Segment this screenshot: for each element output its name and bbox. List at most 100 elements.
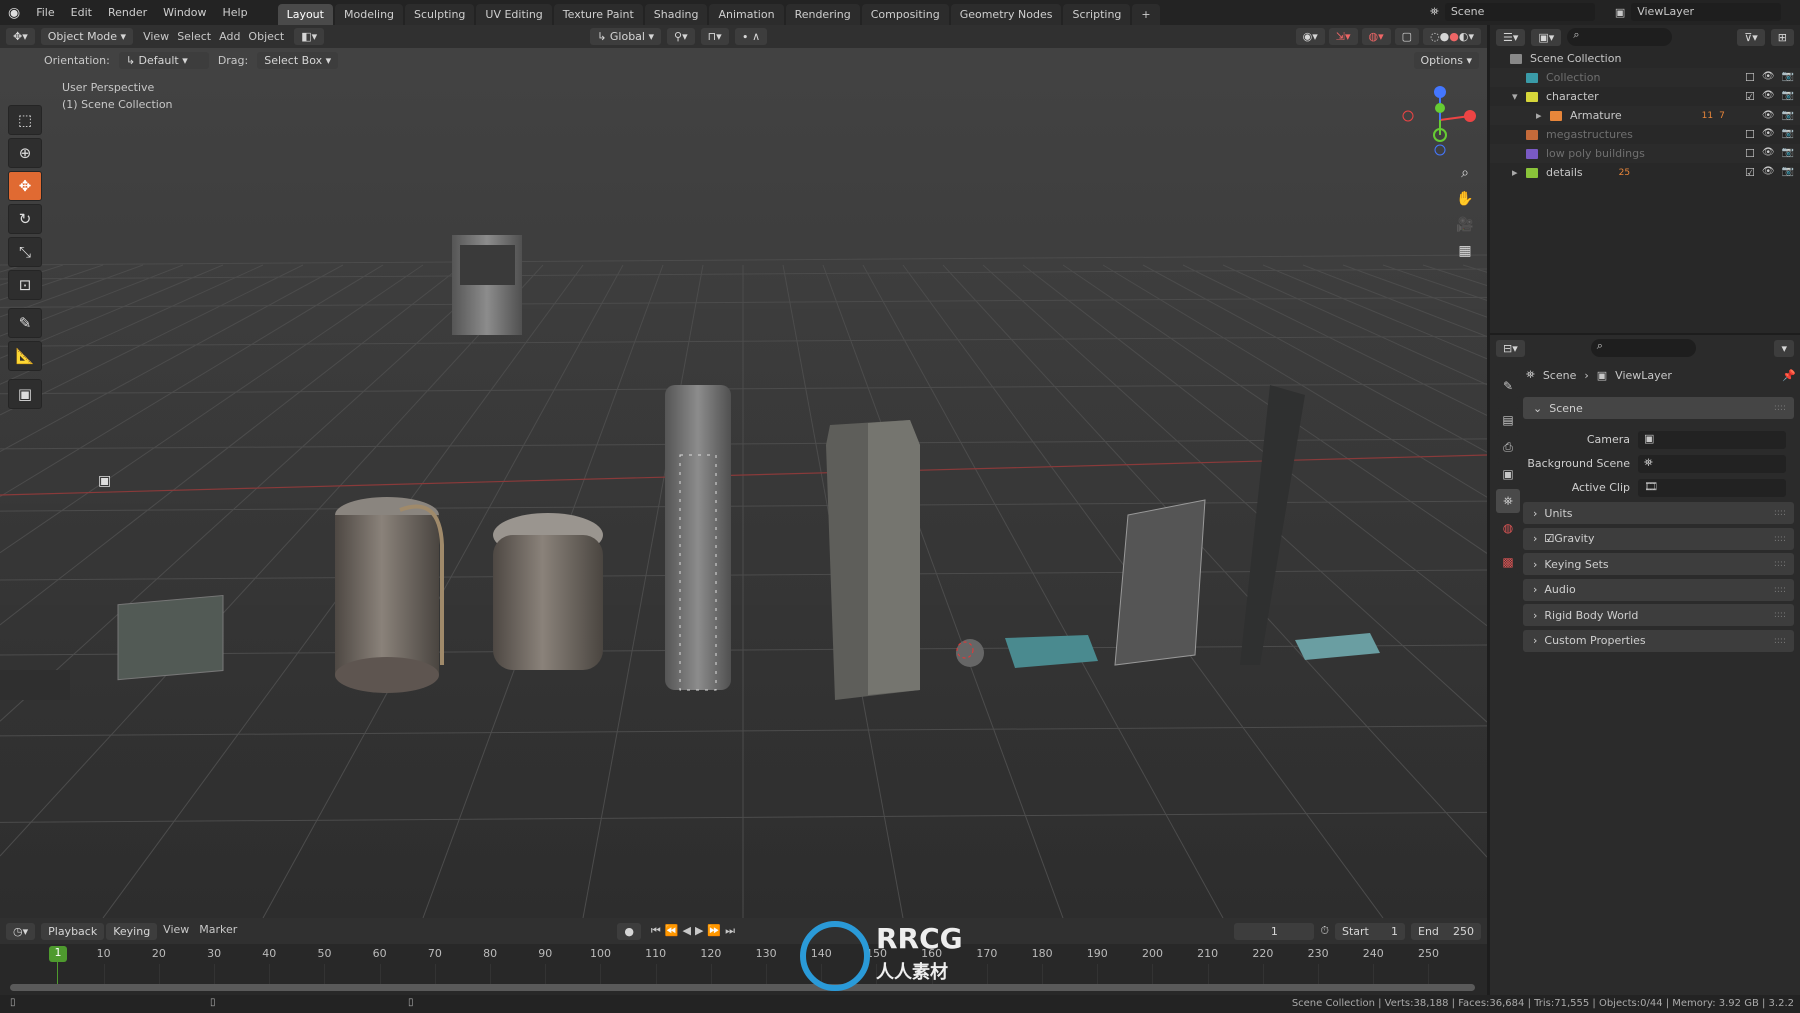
- blender-logo-icon[interactable]: ◉: [0, 5, 28, 21]
- panel-custom-properties[interactable]: › Custom Properties::::: [1523, 629, 1794, 652]
- render-camera-icon[interactable]: 📷: [1782, 166, 1794, 179]
- render-tab-icon[interactable]: ▤: [1496, 408, 1520, 432]
- texture-tab-icon[interactable]: ▩: [1496, 550, 1520, 574]
- start-frame-field[interactable]: Start 1: [1335, 922, 1405, 940]
- menu-window[interactable]: Window: [155, 6, 214, 19]
- eye-icon[interactable]: 👁: [1762, 90, 1775, 103]
- world-tab-icon[interactable]: ◍: [1496, 516, 1520, 540]
- annotate-tool-icon[interactable]: ✎: [8, 308, 42, 338]
- eye-icon[interactable]: 👁: [1762, 71, 1775, 84]
- outliner-root[interactable]: Scene Collection: [1490, 49, 1800, 68]
- editor-type-button[interactable]: ✥▾: [6, 28, 35, 45]
- properties-search-input[interactable]: ⌕: [1590, 339, 1696, 357]
- tab-uv-editing[interactable]: UV Editing: [476, 4, 552, 25]
- overlay-icon[interactable]: ◍▾: [1361, 28, 1391, 45]
- eye-icon[interactable]: 👁: [1762, 128, 1775, 141]
- menu-help[interactable]: Help: [215, 6, 256, 19]
- object-sub-menu[interactable]: ◧▾: [294, 28, 325, 45]
- menu-view[interactable]: View: [139, 30, 173, 43]
- view-layer-tab-icon[interactable]: ▣: [1496, 462, 1520, 486]
- options-dropdown[interactable]: ▾: [1774, 339, 1794, 357]
- panel-gravity[interactable]: › ☑ Gravity::::: [1523, 527, 1794, 550]
- render-camera-icon[interactable]: 📷: [1782, 71, 1794, 84]
- scale-tool-icon[interactable]: ⤡: [8, 237, 42, 267]
- tab-animation[interactable]: Animation: [709, 4, 784, 25]
- expand-arrow[interactable]: ▸: [1512, 166, 1526, 179]
- stopwatch-icon[interactable]: ⏱: [1320, 924, 1329, 938]
- tab-layout[interactable]: Layout: [277, 4, 333, 25]
- measure-tool-icon[interactable]: 📐: [8, 341, 42, 371]
- proportional-edit-icon[interactable]: ∙ ∧: [734, 28, 768, 45]
- menu-select[interactable]: Select: [173, 30, 215, 43]
- editor-type-icon[interactable]: ◷▾: [6, 922, 36, 940]
- menu-view[interactable]: View: [159, 923, 193, 940]
- expand-arrow[interactable]: ▸: [1536, 109, 1550, 122]
- frame-ruler[interactable]: 10 20 30 40 50 60 70 80 90 100 110 120 130 140 150 160 1…: [0, 944, 1487, 984]
- camera-field[interactable]: ▣: [1638, 431, 1786, 449]
- tab-geometry-nodes[interactable]: Geometry Nodes: [950, 4, 1062, 25]
- menu-keying[interactable]: Keying: [106, 922, 158, 940]
- options-button[interactable]: Options ▾: [1413, 51, 1479, 69]
- tool-tab-icon[interactable]: ✎: [1496, 374, 1520, 398]
- outliner-item[interactable]: megastructures ☐ 👁 📷: [1490, 125, 1800, 144]
- panel-audio[interactable]: › Audio::::: [1523, 578, 1794, 601]
- drag-dropdown[interactable]: Select Box ▾: [257, 51, 339, 69]
- menu-playback[interactable]: Playback: [41, 922, 105, 940]
- playback-controls[interactable]: ⏮⏪◀▶⏩⏭: [647, 924, 743, 938]
- eye-icon[interactable]: 👁: [1762, 166, 1775, 179]
- snap-icon[interactable]: ⊓▾: [700, 28, 729, 45]
- select-box-tool-icon[interactable]: ⬚: [8, 105, 42, 135]
- render-camera-icon[interactable]: 📷: [1782, 147, 1794, 160]
- mode-selector[interactable]: Object Mode ▾: [40, 28, 134, 45]
- camera-view-icon[interactable]: 🎥: [1452, 212, 1478, 238]
- menu-file[interactable]: File: [28, 6, 62, 19]
- view-layer-selector[interactable]: ViewLayer: [1631, 3, 1782, 21]
- new-collection-icon[interactable]: ⊞: [1770, 28, 1794, 46]
- panel-units[interactable]: › Units::::: [1523, 502, 1794, 524]
- menu-edit[interactable]: Edit: [63, 6, 100, 19]
- exclude-checkbox[interactable]: ☐: [1745, 71, 1755, 84]
- playhead[interactable]: 1: [49, 946, 67, 962]
- gravity-checkbox[interactable]: ☑: [1544, 532, 1554, 545]
- tab-rendering[interactable]: Rendering: [785, 4, 860, 25]
- exclude-checkbox[interactable]: ☑: [1745, 166, 1755, 179]
- move-tool-icon[interactable]: ✥: [8, 171, 42, 201]
- perspective-grid-icon[interactable]: ▦: [1452, 238, 1478, 264]
- pin-icon[interactable]: 📌: [1782, 369, 1796, 382]
- transform-orientation[interactable]: ↳ Global ▾: [590, 28, 662, 45]
- pivot-icon[interactable]: ⚲▾: [667, 28, 695, 45]
- tab-sculpting[interactable]: Sculpting: [405, 4, 475, 25]
- shading-modes[interactable]: ◌●●◐▾: [1423, 28, 1481, 45]
- tab-scripting[interactable]: Scripting: [1063, 4, 1131, 25]
- camera-object-icon[interactable]: ▣: [98, 473, 111, 489]
- menu-marker[interactable]: Marker: [195, 923, 241, 940]
- transform-tool-icon[interactable]: ⊡: [8, 270, 42, 300]
- render-camera-icon[interactable]: 📷: [1782, 128, 1794, 141]
- record-button[interactable]: ●: [617, 922, 641, 940]
- filter-icon[interactable]: ⊽▾: [1737, 28, 1765, 46]
- menu-render[interactable]: Render: [100, 6, 155, 19]
- rotate-tool-icon[interactable]: ↻: [8, 204, 42, 234]
- outliner-item[interactable]: ▾ character ☑ 👁 📷: [1490, 87, 1800, 106]
- current-frame-field[interactable]: 1: [1234, 922, 1315, 940]
- xray-icon[interactable]: ▢: [1394, 28, 1420, 45]
- cursor-tool-icon[interactable]: ⊕: [8, 138, 42, 168]
- exclude-checkbox[interactable]: ☑: [1745, 90, 1755, 103]
- end-frame-field[interactable]: End 250: [1411, 922, 1481, 940]
- expand-arrow[interactable]: ▾: [1512, 90, 1526, 103]
- editor-type-icon[interactable]: ⊟▾: [1496, 339, 1525, 357]
- view-layer-filter-icon[interactable]: ▣▾: [1531, 28, 1562, 46]
- tab-compositing[interactable]: Compositing: [861, 4, 949, 25]
- scene-tab-icon[interactable]: ⛯: [1496, 489, 1520, 513]
- outliner-item[interactable]: ▸ Armature 11 7 👁 📷: [1490, 106, 1800, 125]
- output-tab-icon[interactable]: ⎙: [1496, 435, 1520, 459]
- eye-icon[interactable]: 👁: [1762, 147, 1775, 160]
- scene-selector[interactable]: Scene: [1444, 3, 1595, 21]
- scene-icon[interactable]: ⛯: [1430, 5, 1439, 19]
- exclude-checkbox[interactable]: ☐: [1745, 147, 1755, 160]
- panel-rigid-body-world[interactable]: › Rigid Body World::::: [1523, 604, 1794, 626]
- display-mode-icon[interactable]: ☰▾: [1496, 28, 1526, 46]
- exclude-checkbox[interactable]: ☐: [1745, 128, 1755, 141]
- gizmo-icon[interactable]: ⇲▾: [1328, 28, 1358, 45]
- outliner-item[interactable]: Collection ☐ 👁 📷: [1490, 68, 1800, 87]
